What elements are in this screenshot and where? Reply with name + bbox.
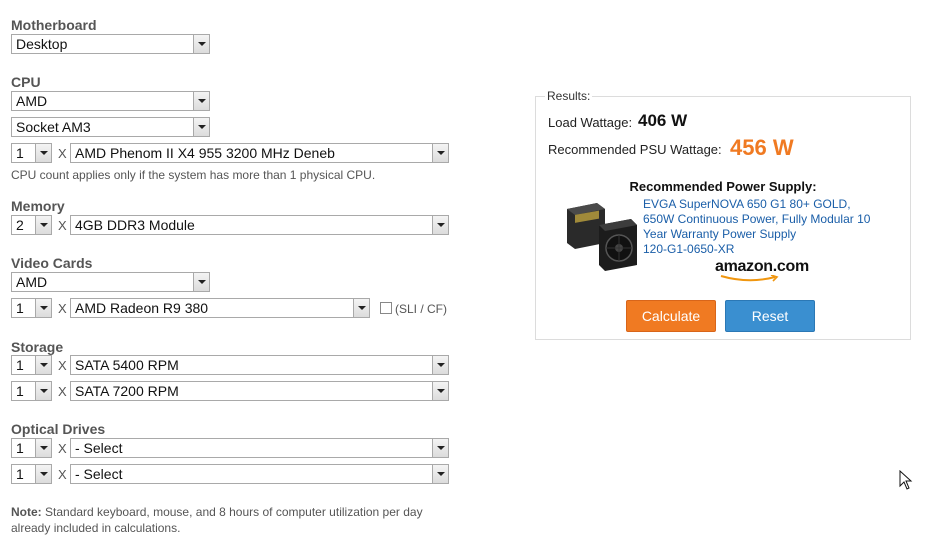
storage-1-type-value: SATA 5400 RPM xyxy=(75,357,179,373)
chevron-down-icon xyxy=(35,299,51,317)
recommended-psu-wattage-label: Recommended PSU Wattage: xyxy=(548,142,722,157)
memory-times-sign: X xyxy=(58,218,67,233)
sli-cf-label: (SLI / CF) xyxy=(395,302,448,316)
product-line-3: Year Warranty Power Supply xyxy=(643,227,797,241)
cpu-model-value: AMD Phenom II X4 955 3200 MHz Deneb xyxy=(75,145,335,161)
chevron-down-icon xyxy=(432,439,448,457)
chevron-down-icon xyxy=(35,439,51,457)
optical-1-type-value: - Select xyxy=(75,440,123,456)
chevron-down-icon xyxy=(432,382,448,400)
motherboard-type-value: Desktop xyxy=(16,36,68,52)
optical-drives-label: Optical Drives xyxy=(11,421,106,437)
storage-1-type-select[interactable]: SATA 5400 RPM xyxy=(70,355,449,375)
cpu-count-hint: CPU count applies only if the system has… xyxy=(11,168,376,182)
cpu-times-sign: X xyxy=(58,146,67,161)
storage-2-type-select[interactable]: SATA 7200 RPM xyxy=(70,381,449,401)
load-wattage-value: 406 W xyxy=(638,111,688,130)
cpu-count-select[interactable]: 1 xyxy=(11,143,52,163)
note-line-2: already included in calculations. xyxy=(11,521,181,535)
chevron-down-icon xyxy=(35,465,51,483)
storage-label: Storage xyxy=(11,339,64,355)
optical-2-count-value: 1 xyxy=(16,466,24,482)
chevron-down-icon xyxy=(35,356,51,374)
sli-cf-checkbox[interactable] xyxy=(380,302,392,314)
optical-1-times-sign: X xyxy=(58,441,67,456)
recommended-power-supply-title: Recommended Power Supply: xyxy=(629,179,817,194)
video-model-select[interactable]: AMD Radeon R9 380 xyxy=(70,298,370,318)
cpu-count-value: 1 xyxy=(16,145,24,161)
results-legend: Results: xyxy=(545,89,593,103)
video-cards-label: Video Cards xyxy=(11,255,93,271)
storage-2-count-select[interactable]: 1 xyxy=(11,381,52,401)
cpu-model-select[interactable]: AMD Phenom II X4 955 3200 MHz Deneb xyxy=(70,143,449,163)
optical-2-times-sign: X xyxy=(58,467,67,482)
chevron-down-icon xyxy=(193,118,209,136)
video-count-select[interactable]: 1 xyxy=(11,298,52,318)
cpu-brand-value: AMD xyxy=(16,93,48,109)
amazon-logo-text: amazon.com xyxy=(715,258,809,275)
product-link[interactable]: EVGA SuperNOVA 650 G1 80+ GOLD, 650W Con… xyxy=(643,197,870,257)
note-bold-label: Note: xyxy=(11,505,42,519)
motherboard-label: Motherboard xyxy=(11,17,97,33)
chevron-down-icon xyxy=(432,216,448,234)
chevron-down-icon xyxy=(432,356,448,374)
video-brand-value: AMD xyxy=(16,274,48,290)
chevron-down-icon xyxy=(432,465,448,483)
optical-1-count-value: 1 xyxy=(16,440,24,456)
memory-module-value: 4GB DDR3 Module xyxy=(75,217,195,233)
cpu-socket-select[interactable]: Socket AM3 xyxy=(11,117,210,137)
cpu-label: CPU xyxy=(11,74,41,90)
storage-2-type-value: SATA 7200 RPM xyxy=(75,383,179,399)
optical-1-type-select[interactable]: - Select xyxy=(70,438,449,458)
chevron-down-icon xyxy=(35,144,51,162)
video-count-value: 1 xyxy=(16,300,24,316)
product-line-1: EVGA SuperNOVA 650 G1 80+ GOLD, xyxy=(643,197,851,211)
chevron-down-icon xyxy=(353,299,369,317)
chevron-down-icon xyxy=(35,216,51,234)
memory-count-value: 2 xyxy=(16,217,24,233)
video-times-sign: X xyxy=(58,301,67,316)
optical-2-type-value: - Select xyxy=(75,466,123,482)
storage-2-count-value: 1 xyxy=(16,383,24,399)
motherboard-type-select[interactable]: Desktop xyxy=(11,34,210,54)
memory-count-select[interactable]: 2 xyxy=(11,215,52,235)
video-brand-select[interactable]: AMD xyxy=(11,272,210,292)
cpu-socket-value: Socket AM3 xyxy=(16,119,91,135)
chevron-down-icon xyxy=(193,92,209,110)
video-model-value: AMD Radeon R9 380 xyxy=(75,300,209,316)
amazon-smile-icon xyxy=(720,275,779,282)
reset-button[interactable]: Reset xyxy=(725,300,815,332)
storage-1-count-value: 1 xyxy=(16,357,24,373)
note-line-1: Standard keyboard, mouse, and 8 hours of… xyxy=(45,505,423,519)
storage-1-count-select[interactable]: 1 xyxy=(11,355,52,375)
calculate-button[interactable]: Calculate xyxy=(626,300,716,332)
memory-module-select[interactable]: 4GB DDR3 Module xyxy=(70,215,449,235)
power-supply-product-image[interactable] xyxy=(563,203,639,271)
chevron-down-icon xyxy=(432,144,448,162)
chevron-down-icon xyxy=(35,382,51,400)
chevron-down-icon xyxy=(193,273,209,291)
mouse-cursor-icon xyxy=(899,470,913,490)
product-line-2: 650W Continuous Power, Fully Modular 10 xyxy=(643,212,871,226)
load-wattage-label: Load Wattage: xyxy=(548,115,633,130)
optical-1-count-select[interactable]: 1 xyxy=(11,438,52,458)
calculation-note: Note: Standard keyboard, mouse, and 8 ho… xyxy=(11,504,423,536)
storage-2-times-sign: X xyxy=(58,384,67,399)
recommended-psu-wattage-value: 456 W xyxy=(730,135,794,160)
chevron-down-icon xyxy=(193,35,209,53)
optical-2-type-select[interactable]: - Select xyxy=(70,464,449,484)
amazon-logo[interactable]: amazon.com xyxy=(715,258,809,282)
cpu-brand-select[interactable]: AMD xyxy=(11,91,210,111)
product-line-4: 120-G1-0650-XR xyxy=(643,242,735,256)
storage-1-times-sign: X xyxy=(58,358,67,373)
memory-label: Memory xyxy=(11,198,65,214)
optical-2-count-select[interactable]: 1 xyxy=(11,464,52,484)
